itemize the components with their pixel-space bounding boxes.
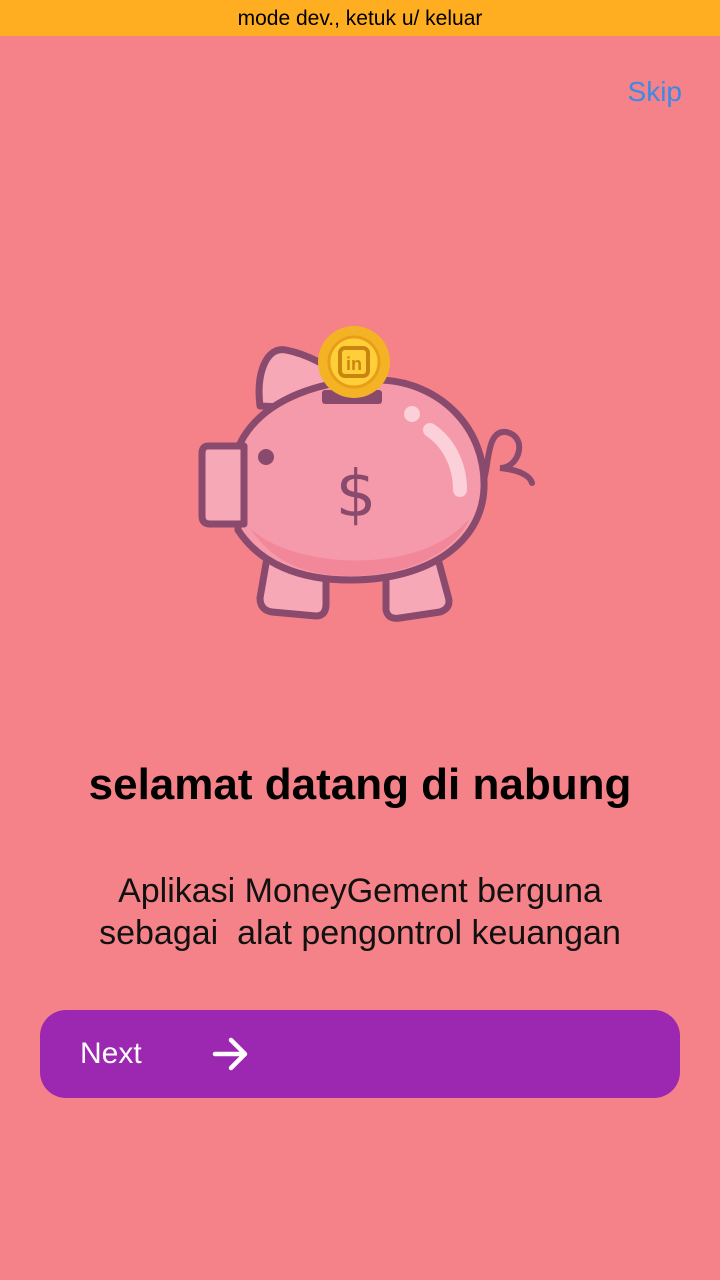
- welcome-title: selamat datang di nabung: [88, 760, 632, 809]
- arrow-right-icon: [212, 1037, 248, 1071]
- piggy-bank-icon: in $: [198, 326, 535, 622]
- dollar-sign: $: [336, 458, 377, 532]
- piggy-bank-illustration: in $: [190, 318, 550, 638]
- coin-symbol: in: [346, 354, 362, 374]
- pig-snout: [198, 442, 248, 528]
- dev-mode-banner[interactable]: mode dev., ketuk u/ keluar: [0, 0, 720, 36]
- pig-tail: [479, 429, 535, 489]
- description-line-1: Aplikasi MoneyGement berguna: [118, 872, 602, 910]
- welcome-description: Aplikasi MoneyGement berguna sebagai ala…: [60, 870, 660, 954]
- next-button[interactable]: Next: [40, 1010, 680, 1098]
- description-line-2: sebagai alat pengontrol keuangan: [99, 914, 621, 952]
- skip-button[interactable]: Skip: [628, 76, 682, 108]
- pig-highlight-dot: [404, 406, 420, 422]
- pig-eye: [258, 449, 274, 465]
- next-label: Next: [80, 1037, 142, 1070]
